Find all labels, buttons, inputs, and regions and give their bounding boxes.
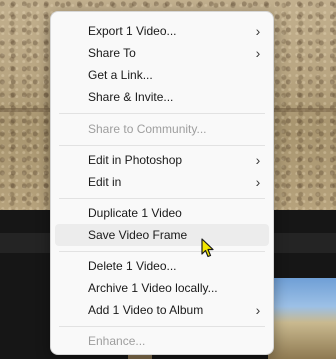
menu-item-label: Share To <box>88 46 136 60</box>
chevron-right-icon: › <box>255 152 261 168</box>
menu-separator <box>59 113 265 114</box>
context-menu: Export 1 Video... › Share To › Get a Lin… <box>50 11 274 355</box>
menu-item-label: Archive 1 Video locally... <box>88 281 218 295</box>
menu-item-save-video-frame[interactable]: Save Video Frame <box>55 224 269 246</box>
menu-item-label: Share to Community... <box>88 122 207 136</box>
menu-item-share-to-community: Share to Community... <box>55 118 269 140</box>
menu-item-enhance: Enhance... <box>55 330 269 352</box>
chevron-right-icon: › <box>255 174 261 190</box>
chevron-right-icon: › <box>255 302 261 318</box>
menu-separator <box>59 326 265 327</box>
menu-item-label: Delete 1 Video... <box>88 259 177 273</box>
chevron-right-icon: › <box>255 45 261 61</box>
mouse-pointer-busy-icon <box>201 238 214 258</box>
menu-separator <box>59 145 265 146</box>
menu-item-label: Duplicate 1 Video <box>88 206 182 220</box>
thumbnail-image[interactable] <box>268 278 336 359</box>
menu-item-export-video[interactable]: Export 1 Video... › <box>55 20 269 42</box>
chevron-right-icon: › <box>255 23 261 39</box>
menu-item-label: Save Video Frame <box>88 228 188 242</box>
menu-item-share-to[interactable]: Share To › <box>55 42 269 64</box>
menu-separator <box>59 198 265 199</box>
menu-item-label: Edit in <box>88 175 122 189</box>
menu-item-label: Get a Link... <box>88 68 153 82</box>
menu-item-edit-in-photoshop[interactable]: Edit in Photoshop › <box>55 149 269 171</box>
menu-separator <box>59 251 265 252</box>
menu-item-label: Export 1 Video... <box>88 24 177 38</box>
menu-item-label: Share & Invite... <box>88 90 174 104</box>
menu-item-add-video-to-album[interactable]: Add 1 Video to Album › <box>55 299 269 321</box>
menu-item-share-invite[interactable]: Share & Invite... <box>55 86 269 108</box>
menu-item-label: Edit in Photoshop <box>88 153 183 167</box>
menu-item-archive-video-locally[interactable]: Archive 1 Video locally... <box>55 277 269 299</box>
menu-item-get-link[interactable]: Get a Link... <box>55 64 269 86</box>
menu-item-label: Enhance... <box>88 334 146 348</box>
menu-item-duplicate-video[interactable]: Duplicate 1 Video <box>55 202 269 224</box>
menu-item-edit-in[interactable]: Edit in › <box>55 171 269 193</box>
menu-item-delete-video[interactable]: Delete 1 Video... <box>55 255 269 277</box>
menu-item-label: Add 1 Video to Album <box>88 303 204 317</box>
